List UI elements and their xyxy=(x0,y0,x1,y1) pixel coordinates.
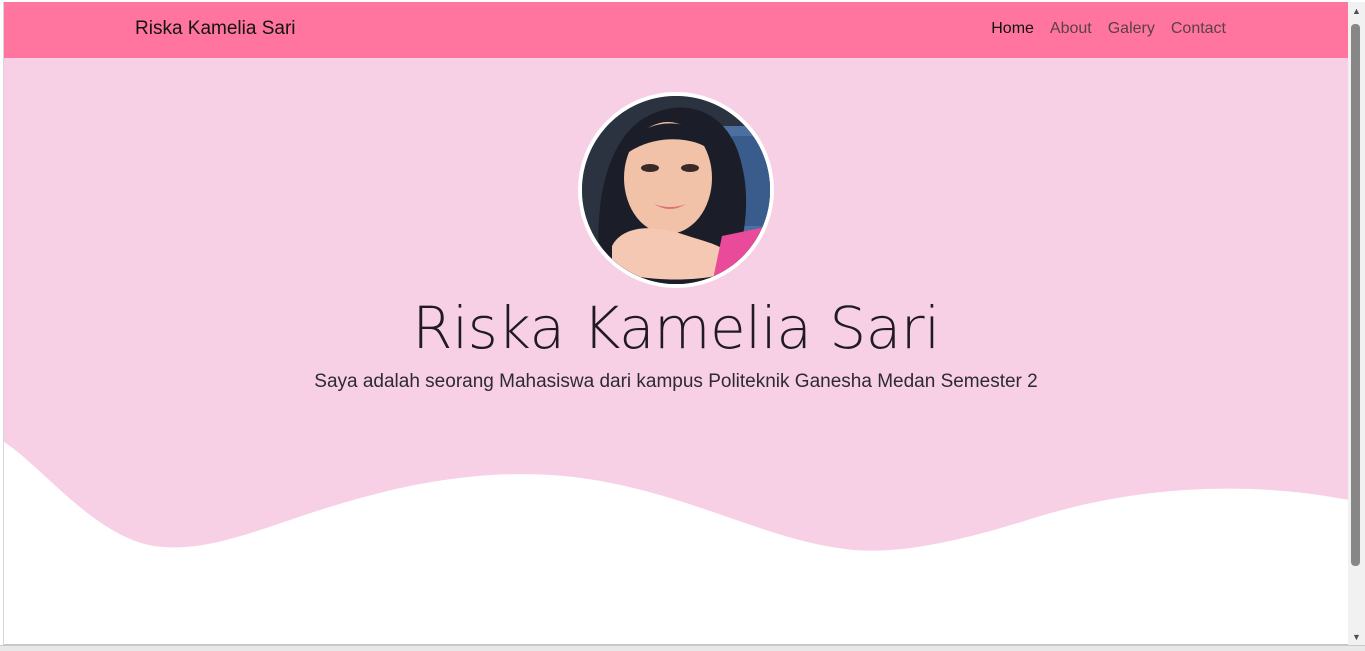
hero-name: Riska Kamelia Sari xyxy=(412,294,940,362)
browser-viewport: Riska Kamelia Sari Home About Galery Con… xyxy=(3,2,1348,645)
nav-link-about[interactable]: About xyxy=(1050,20,1092,38)
window-bottom-edge xyxy=(0,645,1365,651)
nav-link-contact[interactable]: Contact xyxy=(1171,20,1226,38)
navbar: Riska Kamelia Sari Home About Galery Con… xyxy=(4,2,1348,58)
profile-avatar xyxy=(578,92,774,288)
hero-subtitle: Saya adalah seorang Mahasiswa dari kampu… xyxy=(314,371,1038,392)
nav-link-home[interactable]: Home xyxy=(991,20,1034,38)
nav-link-galery[interactable]: Galery xyxy=(1108,20,1155,38)
scroll-up-arrow-icon[interactable]: ▲ xyxy=(1348,2,1365,19)
scroll-thumb[interactable] xyxy=(1351,24,1360,566)
navbar-brand[interactable]: Riska Kamelia Sari xyxy=(135,18,296,40)
scroll-down-arrow-icon[interactable]: ▼ xyxy=(1348,628,1365,645)
vertical-scrollbar[interactable]: ▲ ▼ xyxy=(1348,2,1365,645)
hero-section: Riska Kamelia Sari Saya adalah seorang M… xyxy=(4,58,1348,558)
nav-links: Home About Galery Contact xyxy=(991,20,1226,38)
profile-photo xyxy=(582,96,770,284)
